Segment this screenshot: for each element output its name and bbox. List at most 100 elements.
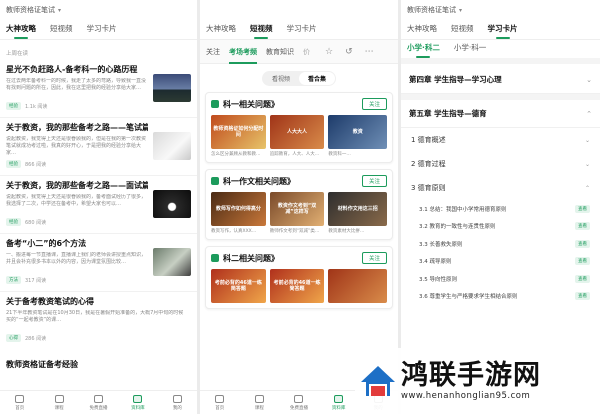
article-title[interactable]: 教师资格证备考经验: [0, 356, 84, 373]
segment-videos[interactable]: 看视频: [263, 72, 299, 85]
article-summary: 21下半年教资笔试是在10月30日，我是在暑假开始准备的，大概7月中旬的时候买的…: [6, 310, 184, 324]
article-item[interactable]: 星光不负赶路人-备考科一的心路历程 在过去两年备考科一的时候，我走了太多的弯路，…: [0, 60, 197, 118]
folder-icon: [334, 394, 344, 403]
view-badge[interactable]: 查看: [575, 292, 590, 301]
tab-strategy[interactable]: 大神攻略: [407, 23, 437, 39]
follow-button[interactable]: 关注: [361, 98, 387, 110]
panel-articles: 教师资格证笔试 ▾ 大神攻略 短视频 学习卡片 上周在读 星光不负赶路人-备考科…: [0, 0, 197, 414]
article-item[interactable]: 关于教资，我的那些备考之路——笔试篇 说起教资，我觉得上天还是很眷顾我的，但是在…: [0, 118, 197, 176]
tab-short-video[interactable]: 短视频: [250, 23, 273, 39]
card-item[interactable]: 3.1 总结：我国中小学常用德育原则 查看: [401, 200, 600, 218]
video-thumbnail: 教师写作如何得高分: [211, 192, 266, 226]
chevron-down-icon: ▾: [459, 6, 463, 14]
star-icon[interactable]: ☆: [325, 47, 333, 57]
nav-live[interactable]: 免费直播: [279, 391, 319, 414]
tab-primary-subject-2[interactable]: 小学·科二: [407, 42, 440, 58]
segment-collections[interactable]: 看合集: [299, 72, 336, 85]
folder-icon: [133, 394, 143, 403]
article-summary: 说起教资，我觉得上天还是很眷顾我的，但是在我的第一次教资笔试就成功考过啦，我真的…: [6, 136, 147, 157]
subtab-more[interactable]: 价: [303, 47, 310, 57]
view-badge[interactable]: 查看: [575, 204, 590, 213]
app-title-dropdown[interactable]: 教师资格证笔试 ▾: [401, 0, 600, 20]
view-badge[interactable]: 查看: [575, 257, 590, 266]
view-badge[interactable]: 查看: [575, 274, 590, 283]
view-badge[interactable]: 查看: [575, 239, 590, 248]
nav-library[interactable]: 资料库: [319, 391, 359, 414]
card-item[interactable]: 3.4 疏导原则 查看: [401, 253, 600, 271]
video-item[interactable]: [328, 269, 388, 303]
tab-study-cards[interactable]: 学习卡片: [488, 23, 518, 39]
article-title: 关于教资，我的那些备考之路——笔试篇: [6, 123, 148, 132]
card-title: 3.1 总结：我国中小学常用德育原则: [419, 206, 507, 213]
video-item[interactable]: 材料作文用这三招 教资素材大比拼…: [328, 192, 388, 234]
nav-home[interactable]: 首页: [0, 391, 39, 414]
app-title-dropdown[interactable]: 教师资格证笔试 ▾: [0, 0, 197, 20]
card-item[interactable]: 3.3 长善救失原则 查看: [401, 235, 600, 253]
subtab-exam-frequency[interactable]: 考场考频: [229, 47, 257, 64]
collection-card[interactable]: 科一相关问题》 关注 教师资格证如何分配时间 怎么区分兼顾从教和教… 人大大人 追踪…: [205, 92, 393, 163]
nav-profile[interactable]: 我的: [158, 391, 197, 414]
video-thumbnail: 教资作文考到“双减”这样写: [269, 192, 325, 226]
section-row[interactable]: 3 德育原则 ⌃: [401, 176, 600, 200]
nav-live[interactable]: 免费直播: [79, 391, 118, 414]
video-item[interactable]: 教师写作如何得高分 教资写作，认真XXX…: [211, 192, 266, 234]
nav-library[interactable]: 资料库: [118, 391, 157, 414]
chapter-row[interactable]: 第五章 学生指导—德育 ⌃: [401, 94, 600, 128]
chevron-down-icon: ▾: [58, 6, 62, 14]
follow-button[interactable]: 关注: [361, 175, 387, 187]
card-item[interactable]: 3.6 尊重学生与严格要求学生相结合原则 查看: [401, 288, 600, 306]
nav-home[interactable]: 首页: [200, 391, 240, 414]
live-icon: [94, 394, 104, 403]
video-item[interactable]: 教师资格证如何分配时间 怎么区分兼顾从教和教…: [211, 115, 266, 157]
view-badge[interactable]: 查看: [575, 222, 590, 231]
collection-card[interactable]: 科一作文相关问题》 关注 教师写作如何得高分 教资写作，认真XXX… 教资作文考到…: [205, 169, 393, 240]
tab-strategy[interactable]: 大神攻略: [206, 23, 236, 39]
video-item[interactable]: 教资作文考到“双减”这样写教师作文考到“双减”类…: [269, 192, 325, 234]
video-item[interactable]: 考前必背的46道一练简答题: [211, 269, 266, 303]
more-icon[interactable]: ⋯: [365, 47, 374, 57]
top-tabs: 大神攻略 短视频 学习卡片: [401, 20, 600, 40]
article-title: 备考“小二”的6个方法: [6, 239, 87, 248]
tab-strategy[interactable]: 大神攻略: [6, 23, 36, 39]
subtab-education-knowledge[interactable]: 教育知识: [266, 47, 294, 57]
article-title: 关于教资，我的那些备考之路——面试篇: [6, 181, 148, 190]
follow-button[interactable]: 关注: [361, 252, 387, 264]
chevron-down-icon: ⌄: [584, 160, 590, 168]
home-icon: [215, 394, 225, 403]
article-item[interactable]: 备考“小二”的6个方法 一、搬进每一节直播课，直播课上我们的老师会讲授重点知识，…: [0, 234, 197, 292]
article-item[interactable]: 关于备考教资笔试的心得 21下半年教资笔试是在10月30日，我是在暑假开始准备的…: [0, 292, 197, 350]
nav-courses[interactable]: 课程: [240, 391, 280, 414]
chevron-down-icon: ⌄: [586, 75, 592, 84]
tab-short-video[interactable]: 短视频: [451, 23, 474, 39]
video-item[interactable]: 教资 教资科一…: [328, 115, 388, 157]
article-item[interactable]: 关于教资，我的那些备考之路——面试篇 说起教资，我觉得上天还是很眷顾我的，备考面…: [0, 176, 197, 234]
article-thumbnail: [153, 190, 191, 218]
view-count: 317 阅读: [25, 277, 47, 284]
video-item[interactable]: 人大大人 追踪教育，人大、人大…: [269, 115, 325, 157]
article-thumbnail: [153, 248, 191, 276]
tab-short-video[interactable]: 短视频: [50, 23, 73, 39]
card-item[interactable]: 3.2 教育的一致性与连贯性原则 查看: [401, 218, 600, 236]
collection-card[interactable]: 科二相关问题》 关注 考前必背的46道一练简答题 考前必背的46道一练简答题: [205, 246, 393, 309]
chapter-row[interactable]: 第四章 学生指导—学习心理 ⌄: [401, 66, 600, 94]
collection-title: 科一作文相关问题》: [223, 176, 295, 186]
live-icon: [294, 394, 304, 403]
nav-label: 首页: [215, 405, 225, 411]
section-row[interactable]: 2 德育过程 ⌄: [401, 152, 600, 176]
sub-tabs: 关注 考场考频 教育知识 价 ☆ ↺ ⋯: [200, 40, 398, 64]
section-row[interactable]: 1 德育概述 ⌄: [401, 128, 600, 152]
chevron-down-icon: ⌄: [584, 136, 590, 144]
history-icon[interactable]: ↺: [345, 47, 353, 57]
nav-label: 免费直播: [289, 405, 308, 411]
nav-courses[interactable]: 课程: [39, 391, 78, 414]
video-item[interactable]: 考前必背的46道一练简答题: [269, 269, 325, 303]
nav-label: 我的: [172, 405, 182, 411]
subtab-follow[interactable]: 关注: [206, 47, 220, 57]
app-title: 教师资格证笔试: [407, 6, 456, 14]
tab-primary-subject-1[interactable]: 小学·科一: [454, 42, 486, 58]
tab-study-cards[interactable]: 学习卡片: [287, 23, 317, 39]
section-title: 1 德育概述: [411, 136, 446, 144]
card-item[interactable]: 3.5 导向性原则 查看: [401, 270, 600, 288]
tab-study-cards[interactable]: 学习卡片: [87, 23, 117, 39]
video-caption: 教师作文考到“双减”类…: [269, 229, 320, 234]
